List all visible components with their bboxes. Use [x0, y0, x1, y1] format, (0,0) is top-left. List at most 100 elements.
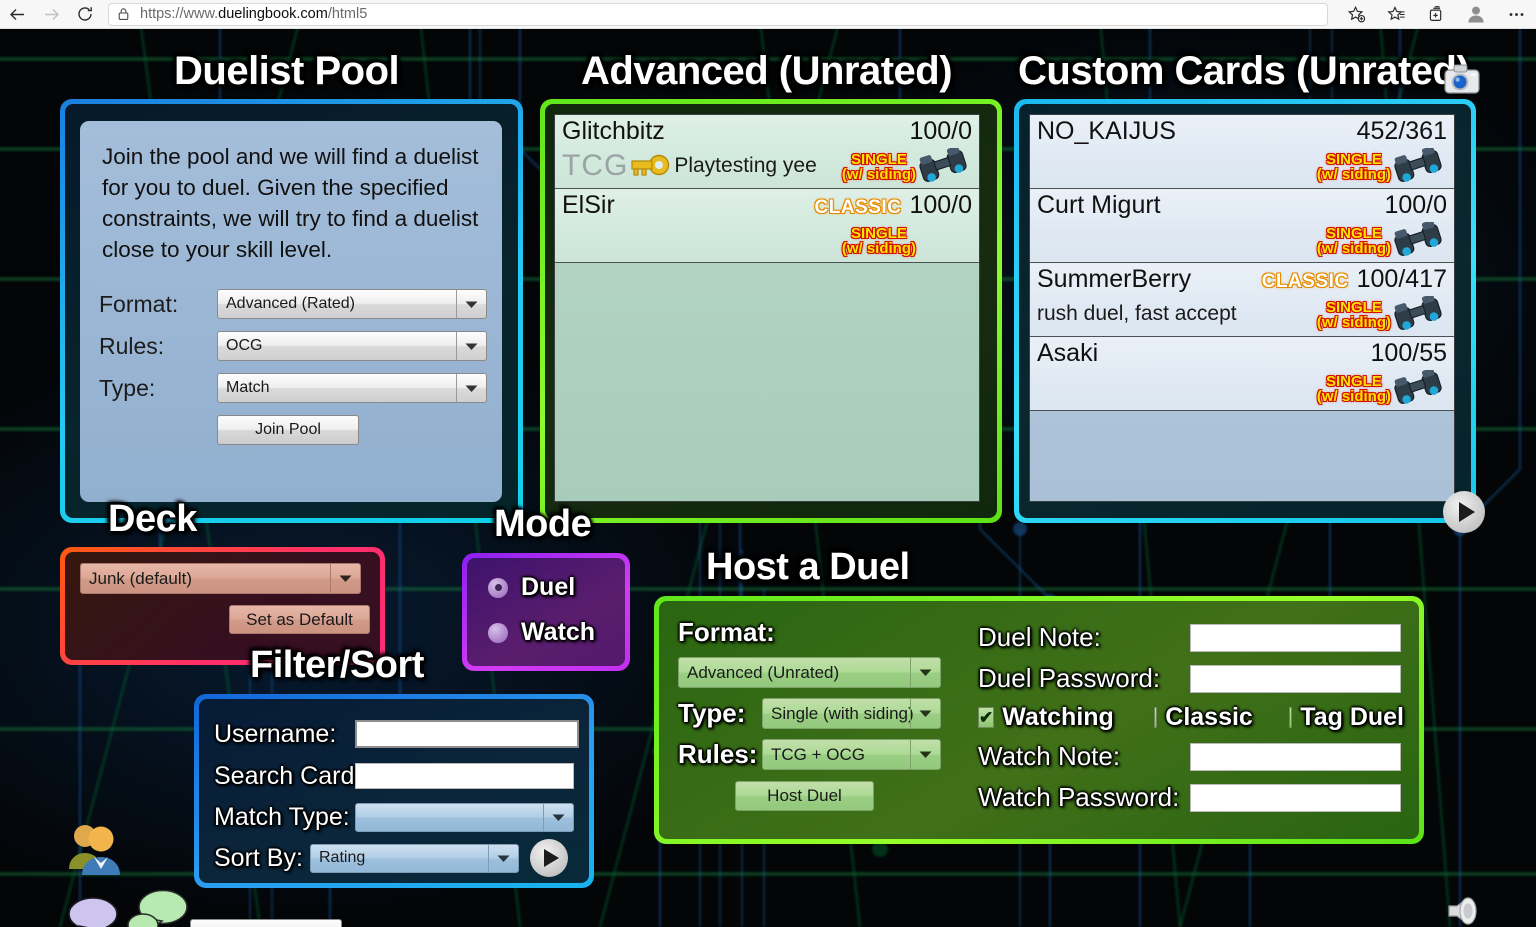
- address-bar[interactable]: https://www.duelingbook.com/html5: [108, 3, 1328, 26]
- classic-badge: CLASSIC: [815, 197, 902, 219]
- match-type-select[interactable]: [355, 803, 574, 832]
- row-note: rush duel, fast accept: [1037, 302, 1237, 326]
- mode-option-watch-label: Watch: [521, 618, 595, 647]
- camera-icon[interactable]: [1440, 59, 1484, 99]
- deck-title: Deck: [108, 498, 197, 541]
- mode-title: Mode: [494, 503, 591, 546]
- custom-cards-title: Custom Cards (Unrated): [1018, 49, 1469, 94]
- classic-badge: CLASSIC: [1262, 271, 1349, 293]
- host-duel-button[interactable]: Host Duel: [735, 781, 874, 811]
- host-duel-title: Host a Duel: [706, 546, 910, 589]
- add-favorite-icon[interactable]: [1336, 0, 1376, 29]
- watch-binoculars-icon[interactable]: [1393, 296, 1443, 332]
- back-button[interactable]: [0, 0, 34, 29]
- mode-options: Duel Watch: [488, 573, 595, 647]
- url-prefix: https://www.: [140, 6, 218, 22]
- watch-note-input[interactable]: [1190, 743, 1401, 771]
- watch-password-input[interactable]: [1190, 784, 1401, 812]
- private-chat-icon[interactable]: [66, 895, 122, 927]
- duel-type-badge: SINGLE(w/ siding): [1317, 226, 1391, 256]
- search-card-input[interactable]: [355, 763, 574, 789]
- duel-row[interactable]: SummerBerry CLASSIC 100/417 rush duel, f…: [1030, 263, 1454, 337]
- forward-button[interactable]: [34, 0, 68, 29]
- set-as-default-button[interactable]: Set as Default: [229, 605, 370, 634]
- duelist-rating: 100/55: [1371, 339, 1447, 368]
- chevron-down-icon: [910, 740, 940, 769]
- next-page-button[interactable]: [1443, 491, 1485, 533]
- collections-icon[interactable]: [1416, 0, 1456, 29]
- sort-by-select[interactable]: Rating: [310, 844, 519, 873]
- row-note: Playtesting yee: [674, 154, 816, 178]
- host-rules-value: TCG + OCG: [771, 745, 865, 765]
- host-type-select[interactable]: Single (with siding): [762, 698, 941, 729]
- join-pool-button[interactable]: Join Pool: [217, 415, 359, 445]
- search-card-label: Search Card:: [214, 762, 355, 791]
- duel-password-input[interactable]: [1190, 665, 1401, 693]
- speaker-icon[interactable]: [1443, 891, 1487, 927]
- duelist-rating: 100/0: [909, 191, 972, 220]
- host-format-select[interactable]: Advanced (Unrated): [678, 657, 941, 688]
- host-format-label: Format:: [678, 617, 941, 648]
- deck-select[interactable]: Junk (default): [80, 563, 361, 594]
- host-rules-label: Rules:: [678, 739, 762, 770]
- public-chat-icon[interactable]: [125, 887, 191, 927]
- online-users-icon[interactable]: [64, 819, 126, 877]
- duelist-pool-title: Duelist Pool: [174, 49, 399, 94]
- settings-more-icon[interactable]: [1496, 0, 1536, 29]
- pool-format-select[interactable]: Advanced (Rated): [217, 289, 487, 319]
- pool-type-value: Match: [226, 379, 270, 397]
- pool-rules-select[interactable]: OCG: [217, 331, 487, 361]
- host-duel-right-column: Duel Note: Duel Password: ✔ Watching Cla…: [978, 621, 1404, 814]
- lock-icon: [117, 7, 130, 21]
- custom-cards-list[interactable]: NO_KAIJUS 452/361 SINGLE(w/ siding) Curt…: [1029, 114, 1455, 502]
- duel-type-badge: SINGLE(w/ siding): [1317, 374, 1391, 404]
- exit-button[interactable]: Exit: [190, 919, 342, 927]
- duelist-name: ElSir: [562, 191, 815, 220]
- duelist-pool-description: Join the pool and we will find a duelist…: [102, 141, 480, 265]
- classic-checkbox[interactable]: [1154, 707, 1157, 728]
- duel-row[interactable]: NO_KAIJUS 452/361 SINGLE(w/ siding): [1030, 115, 1454, 189]
- favorites-icon[interactable]: [1376, 0, 1416, 29]
- mode-option-watch[interactable]: Watch: [488, 618, 595, 647]
- tag-duel-checkbox[interactable]: [1289, 707, 1292, 728]
- sort-by-label: Sort By:: [214, 844, 310, 873]
- advanced-unrated-list[interactable]: Glitchbitz 100/0 TCG Playtesting yeeSING…: [554, 114, 980, 502]
- mode-option-duel[interactable]: Duel: [488, 573, 595, 602]
- watching-checkbox[interactable]: ✔: [978, 707, 994, 728]
- duel-type-badge: SINGLE(w/ siding): [842, 226, 916, 256]
- watch-binoculars-icon[interactable]: [1393, 370, 1443, 406]
- reload-button[interactable]: [68, 0, 102, 29]
- duelist-name: NO_KAIJUS: [1037, 117, 1357, 146]
- apply-filter-button[interactable]: [530, 839, 568, 877]
- pool-type-select[interactable]: Match: [217, 373, 487, 403]
- host-rules-select[interactable]: TCG + OCG: [762, 739, 941, 770]
- chevron-down-icon: [910, 699, 940, 728]
- pool-rules-value: OCG: [226, 337, 262, 355]
- duelist-rating: 100/0: [1384, 191, 1447, 220]
- duelist-name: Asaki: [1037, 339, 1371, 368]
- mode-option-duel-label: Duel: [521, 573, 575, 602]
- duel-type-badge: SINGLE(w/ siding): [1317, 300, 1391, 330]
- watch-binoculars-icon[interactable]: [1393, 148, 1443, 184]
- host-duel-left-column: Format: Advanced (Unrated) Type: Single …: [678, 617, 941, 811]
- watch-binoculars-icon[interactable]: [918, 148, 968, 184]
- watch-password-label: Watch Password:: [978, 782, 1190, 813]
- host-type-value: Single (with siding): [771, 704, 914, 724]
- duel-row[interactable]: ElSir CLASSIC 100/0 SINGLE(w/ siding): [555, 189, 979, 263]
- pool-rules-label: Rules:: [99, 333, 217, 360]
- username-input[interactable]: [355, 720, 579, 748]
- duel-row[interactable]: Glitchbitz 100/0 TCG Playtesting yeeSING…: [555, 115, 979, 189]
- duel-row[interactable]: Asaki 100/55 SINGLE(w/ siding): [1030, 337, 1454, 411]
- pool-format-label: Format:: [99, 291, 217, 318]
- duel-row[interactable]: Curt Migurt 100/0 SINGLE(w/ siding): [1030, 189, 1454, 263]
- pool-type-label: Type:: [99, 375, 217, 402]
- radio-watch-icon[interactable]: [488, 623, 508, 643]
- duel-note-input[interactable]: [1190, 624, 1401, 652]
- duelist-rating: 100/417: [1357, 265, 1447, 294]
- deck-controls: Junk (default) Set as Default: [80, 563, 370, 634]
- watch-binoculars-icon[interactable]: [1393, 222, 1443, 258]
- profile-avatar-icon[interactable]: [1456, 0, 1496, 29]
- watching-label: Watching: [1002, 703, 1114, 732]
- url-path: /html5: [328, 6, 368, 22]
- radio-duel-icon[interactable]: [488, 578, 508, 598]
